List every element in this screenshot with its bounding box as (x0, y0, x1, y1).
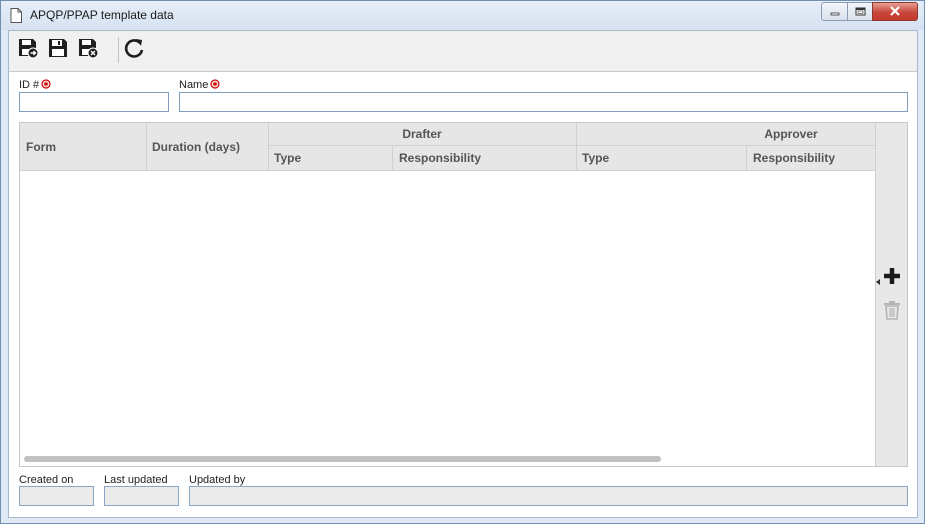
delete-icon (883, 300, 901, 323)
name-label-text: Name (179, 79, 209, 91)
column-group-approver: Approver (764, 127, 818, 141)
save-icon (47, 37, 69, 62)
updated-by-field[interactable] (189, 486, 908, 506)
name-input[interactable] (179, 92, 908, 112)
close-icon (889, 5, 901, 19)
column-header-drafter-responsibility[interactable]: Responsibility (399, 146, 481, 170)
delete-row-button[interactable] (881, 300, 903, 322)
add-row-button[interactable] (881, 266, 903, 288)
forms-grid: Form Duration (days) Drafter Type Respon… (19, 122, 908, 467)
id-input[interactable] (19, 92, 169, 112)
refresh-button[interactable] (121, 36, 147, 62)
last-updated-field[interactable] (104, 486, 179, 506)
grid-body (20, 171, 875, 466)
dialog-body: ID # Name Form Duration (days) Drafter T… (8, 30, 918, 518)
window-title: APQP/PPAP template data (30, 8, 174, 22)
window-controls (821, 2, 918, 21)
maximize-icon (855, 5, 866, 19)
save-and-new-icon (17, 37, 39, 62)
save-and-new-button[interactable] (15, 36, 41, 62)
id-label-text: ID # (19, 79, 40, 91)
column-header-duration[interactable]: Duration (days) (152, 123, 240, 170)
grid-action-bar (875, 123, 907, 466)
created-on-label: Created on (19, 474, 74, 486)
maximize-button[interactable] (847, 2, 873, 21)
document-icon (10, 8, 22, 23)
save-and-close-button[interactable] (75, 36, 101, 62)
save-button[interactable] (45, 36, 71, 62)
required-icon (41, 79, 51, 92)
title-bar[interactable]: APQP/PPAP template data (1, 1, 924, 30)
column-header-form[interactable]: Form (26, 123, 56, 170)
id-label: ID # (19, 79, 51, 92)
column-group-drafter: Drafter (402, 127, 442, 141)
close-button[interactable] (872, 2, 918, 21)
minimize-button[interactable] (821, 2, 848, 21)
add-icon (883, 267, 901, 288)
column-header-approver-type[interactable]: Type (582, 146, 609, 170)
dialog-window: APQP/PPAP template data ID # Name Form D… (0, 0, 925, 524)
column-header-drafter-type[interactable]: Type (274, 146, 301, 170)
last-updated-label: Last updated (104, 474, 168, 486)
save-and-close-icon (77, 37, 99, 62)
updated-by-label: Updated by (189, 474, 246, 486)
horizontal-scrollbar[interactable] (24, 456, 661, 462)
toolbar (9, 31, 917, 72)
refresh-icon (123, 37, 145, 62)
created-on-field[interactable] (19, 486, 94, 506)
column-header-approver-responsibility[interactable]: Responsibility (753, 146, 835, 170)
minimize-icon (830, 5, 840, 19)
collapse-arrow-icon[interactable] (876, 274, 880, 288)
grid-header: Form Duration (days) Drafter Type Respon… (20, 123, 875, 171)
required-icon (210, 79, 220, 92)
name-label: Name (179, 79, 220, 92)
toolbar-separator (118, 37, 119, 63)
